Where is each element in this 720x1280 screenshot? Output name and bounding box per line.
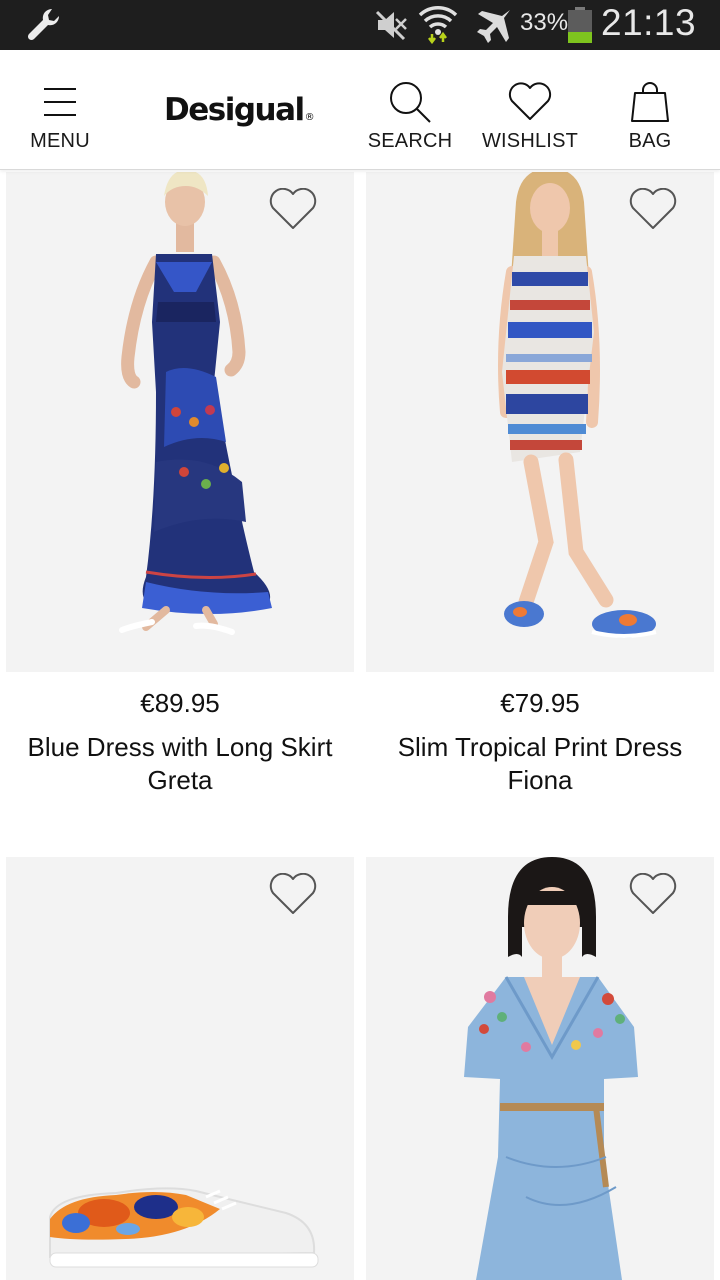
- product-price: €79.95: [500, 688, 580, 718]
- bag-label: BAG: [628, 130, 672, 152]
- wifi-icon: [418, 6, 458, 44]
- floral-print-sneaker-image: [6, 857, 354, 1280]
- wishlist-button[interactable]: WISHLIST: [474, 50, 586, 170]
- hamburger-icon: [42, 78, 78, 126]
- menu-label: MENU: [30, 130, 90, 152]
- bag-button[interactable]: BAG: [610, 50, 690, 170]
- add-to-wishlist-button[interactable]: [628, 187, 678, 232]
- model-in-printed-short-dress-image: [366, 172, 714, 672]
- menu-button[interactable]: MENU: [20, 50, 100, 170]
- heart-icon: [507, 78, 553, 126]
- product-image[interactable]: [366, 172, 714, 672]
- heart-icon: [629, 187, 677, 229]
- heart-icon: [629, 872, 677, 914]
- product-card[interactable]: €79.95 Slim Tropical Print Dress Fiona: [366, 172, 714, 797]
- mute-icon: [375, 10, 407, 41]
- brand-logo[interactable]: Desigual®: [164, 92, 315, 128]
- product-price: €89.95: [140, 688, 220, 718]
- clock: 21:13: [601, 2, 697, 43]
- battery-percent: 33%: [520, 9, 569, 36]
- add-to-wishlist-button[interactable]: [268, 872, 318, 917]
- logo-registered-mark: ®: [304, 112, 315, 123]
- heart-icon: [269, 872, 317, 914]
- airplane-icon: [477, 10, 510, 43]
- product-image[interactable]: [6, 172, 354, 672]
- status-bar: 33% 21:13: [0, 0, 720, 50]
- product-image[interactable]: [6, 857, 354, 1280]
- product-name[interactable]: Blue Dress with Long Skirt Greta: [6, 731, 354, 797]
- battery-icon: [568, 7, 592, 43]
- app-header: MENU Desigual® SEARCH WISHLIST BAG: [0, 50, 720, 170]
- model-in-blue-long-dress-image: [6, 172, 354, 672]
- wrench-icon: [27, 8, 60, 41]
- product-name[interactable]: Slim Tropical Print Dress Fiona: [366, 731, 714, 797]
- add-to-wishlist-button[interactable]: [268, 187, 318, 232]
- shopping-bag-icon: [630, 78, 670, 126]
- search-icon: [388, 78, 432, 126]
- search-label: SEARCH: [367, 130, 453, 152]
- product-card[interactable]: [6, 857, 354, 1280]
- heart-icon: [269, 187, 317, 229]
- wishlist-label: WISHLIST: [481, 130, 579, 152]
- product-card[interactable]: [366, 857, 714, 1280]
- add-to-wishlist-button[interactable]: [628, 872, 678, 917]
- model-in-light-blue-embroidered-wrap-dress-image: [366, 857, 714, 1280]
- logo-text: Desigual: [164, 92, 305, 128]
- product-card[interactable]: €89.95 Blue Dress with Long Skirt Greta: [6, 172, 354, 797]
- search-button[interactable]: SEARCH: [360, 50, 460, 170]
- product-image[interactable]: [366, 857, 714, 1280]
